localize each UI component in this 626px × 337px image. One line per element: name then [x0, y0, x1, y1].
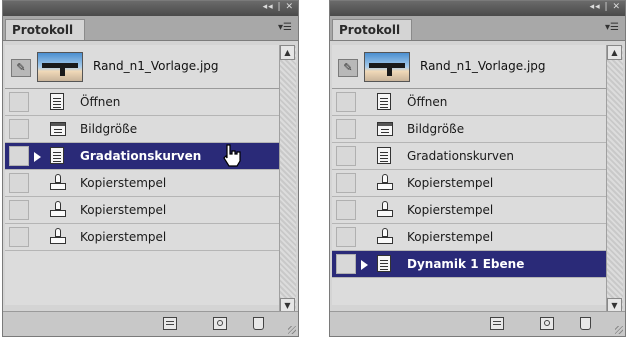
stamp-icon	[377, 201, 393, 219]
history-step-row[interactable]: Bildgröße	[5, 116, 279, 143]
history-step-row[interactable]: Dynamik 1 Ebene	[332, 251, 606, 278]
scroll-up-icon[interactable]: ▲	[280, 45, 295, 60]
history-step-row[interactable]: Gradationskurven	[332, 143, 606, 170]
history-step-row[interactable]: Bildgröße	[332, 116, 606, 143]
snapshot-label: Rand_n1_Vorlage.jpg	[93, 59, 219, 73]
panel-menu-icon[interactable]: ▾☰	[605, 22, 619, 33]
tab-row: Protokoll ▾☰	[3, 16, 298, 41]
document-icon	[50, 147, 66, 165]
history-step-label: Kopierstempel	[407, 230, 494, 244]
new-snapshot-icon[interactable]	[213, 317, 227, 330]
history-brush-source-checkbox[interactable]	[336, 119, 356, 139]
history-brush-source-checkbox[interactable]	[336, 146, 356, 166]
history-panel-left: ◂◂ | ✕ Protokoll ▾☰ ✎ Rand_n1_Vorlage.jp…	[2, 0, 299, 337]
history-brush-source-checkbox[interactable]	[9, 92, 29, 112]
history-brush-source-checkbox[interactable]	[336, 227, 356, 247]
history-brush-source-checkbox[interactable]	[9, 173, 29, 193]
history-brush-source-checkbox[interactable]	[9, 146, 29, 166]
history-brush-source-checkbox[interactable]	[336, 173, 356, 193]
stamp-icon	[50, 201, 66, 219]
history-step-label: Bildgröße	[407, 122, 465, 136]
tab-row: Protokoll ▾☰	[330, 16, 625, 41]
stamp-icon	[377, 174, 393, 192]
stamp-icon	[50, 174, 66, 192]
history-brush-source-icon[interactable]: ✎	[338, 59, 358, 77]
history-brush-source-checkbox[interactable]	[336, 200, 356, 220]
window-icon	[377, 120, 393, 138]
panel-titlebar: ◂◂ | ✕	[330, 1, 625, 16]
history-step-row[interactable]: Kopierstempel	[332, 224, 606, 251]
resize-grip-icon[interactable]	[288, 326, 296, 334]
tab-protokoll[interactable]: Protokoll	[5, 19, 85, 40]
state-marker-icon	[34, 152, 41, 162]
new-snapshot-icon[interactable]	[540, 317, 554, 330]
state-marker-icon	[361, 260, 368, 270]
history-list: ✎ Rand_n1_Vorlage.jpg Öffnen Bildgröße Gra…	[332, 45, 606, 305]
tab-protokoll[interactable]: Protokoll	[332, 19, 412, 40]
history-step-label: Gradationskurven	[407, 149, 515, 163]
collapse-close-icons[interactable]: ◂◂ | ✕	[263, 2, 294, 12]
panel-menu-icon[interactable]: ▾☰	[278, 22, 292, 33]
stamp-icon	[377, 228, 393, 246]
history-step-label: Kopierstempel	[80, 176, 167, 190]
history-step-row[interactable]: Kopierstempel	[332, 170, 606, 197]
history-list: ✎ Rand_n1_Vorlage.jpg Öffnen Bildgröße Gra…	[5, 45, 279, 305]
history-step-row[interactable]: Öffnen	[5, 89, 279, 116]
snapshot-row[interactable]: ✎ Rand_n1_Vorlage.jpg	[5, 45, 279, 89]
history-step-label: Kopierstempel	[407, 176, 494, 190]
document-icon	[377, 93, 393, 111]
document-icon	[377, 255, 393, 273]
hand-cursor-icon	[223, 144, 241, 167]
history-brush-source-checkbox[interactable]	[9, 119, 29, 139]
history-step-label: Dynamik 1 Ebene	[407, 257, 525, 271]
history-step-label: Kopierstempel	[80, 230, 167, 244]
stamp-icon	[50, 228, 66, 246]
history-brush-source-checkbox[interactable]	[9, 200, 29, 220]
snapshot-thumbnail	[37, 52, 83, 82]
history-step-label: Kopierstempel	[407, 203, 494, 217]
history-brush-source-checkbox[interactable]	[336, 254, 356, 274]
history-step-row[interactable]: Öffnen	[332, 89, 606, 116]
history-step-label: Öffnen	[80, 95, 121, 109]
history-step-row[interactable]: Kopierstempel	[332, 197, 606, 224]
scroll-up-icon[interactable]: ▲	[607, 45, 622, 60]
panel-titlebar: ◂◂ | ✕	[3, 1, 298, 16]
history-step-label: Bildgröße	[80, 122, 138, 136]
history-brush-source-icon[interactable]: ✎	[11, 59, 31, 77]
collapse-close-icons[interactable]: ◂◂ | ✕	[590, 2, 621, 12]
panel-footer	[3, 311, 298, 336]
document-icon	[377, 147, 393, 165]
resize-grip-icon[interactable]	[615, 326, 623, 334]
snapshot-label: Rand_n1_Vorlage.jpg	[420, 59, 546, 73]
scrollbar[interactable]: ▲ ▼	[279, 45, 296, 313]
trash-icon[interactable]	[580, 317, 591, 330]
history-brush-source-checkbox[interactable]	[9, 227, 29, 247]
window-icon	[50, 120, 66, 138]
history-step-row[interactable]: Kopierstempel	[5, 170, 279, 197]
history-step-label: Öffnen	[407, 95, 448, 109]
snapshot-thumbnail	[364, 52, 410, 82]
snapshot-row[interactable]: ✎ Rand_n1_Vorlage.jpg	[332, 45, 606, 89]
scrollbar[interactable]: ▲ ▼	[606, 45, 623, 313]
history-step-label: Gradationskurven	[80, 149, 202, 163]
panel-footer	[330, 311, 625, 336]
history-panel-right: ◂◂ | ✕ Protokoll ▾☰ ✎ Rand_n1_Vorlage.jp…	[329, 0, 626, 337]
document-icon	[50, 93, 66, 111]
history-step-row[interactable]: Kopierstempel	[5, 197, 279, 224]
history-brush-source-checkbox[interactable]	[336, 92, 356, 112]
new-document-from-state-icon[interactable]	[163, 317, 177, 330]
history-step-row[interactable]: Kopierstempel	[5, 224, 279, 251]
trash-icon[interactable]	[253, 317, 264, 330]
history-step-label: Kopierstempel	[80, 203, 167, 217]
new-document-from-state-icon[interactable]	[490, 317, 504, 330]
